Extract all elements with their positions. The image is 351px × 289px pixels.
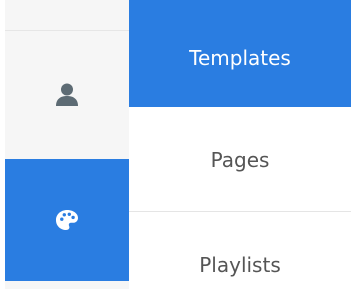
icon-rail-top [5, 0, 129, 30]
icon-rail [5, 0, 129, 289]
rail-bottom-area [5, 281, 129, 289]
menu-item-playlists-label: Playlists [199, 252, 281, 277]
rail-item-palette[interactable] [5, 159, 129, 281]
menu-item-pages-label: Pages [210, 148, 270, 172]
rail-item-user[interactable] [5, 31, 129, 159]
template-menu: Templates Pages Playlists [129, 0, 351, 289]
app-frame: Templates Pages Playlists [0, 0, 351, 289]
menu-item-templates[interactable]: Templates [129, 0, 351, 107]
user-icon [56, 83, 78, 106]
menu-item-pages[interactable]: Pages [129, 107, 351, 212]
palette-icon [56, 210, 78, 230]
menu-item-templates-label: Templates [189, 45, 291, 70]
menu-item-playlists[interactable]: Playlists [129, 212, 351, 289]
